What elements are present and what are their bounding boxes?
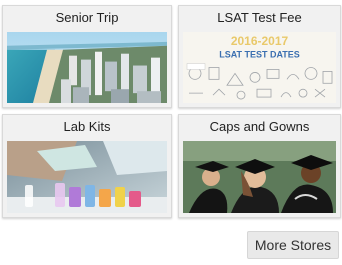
store-title: Senior Trip bbox=[55, 10, 119, 25]
lsat-test-dates-image: 2016-2017 LSAT TEST DATES bbox=[183, 32, 336, 103]
store-card-caps-and-gowns[interactable]: Caps and Gowns bbox=[178, 114, 341, 218]
lsat-heading-text: LSAT TEST DATES bbox=[219, 50, 300, 60]
store-card-lsat-test-fee[interactable]: LSAT Test Fee 2016-2017 LSAT TEST DATES bbox=[178, 5, 341, 108]
store-title: Lab Kits bbox=[63, 119, 111, 134]
caps-and-gowns-image bbox=[183, 141, 336, 213]
more-stores-button[interactable]: More Stores bbox=[247, 231, 339, 259]
store-card-senior-trip[interactable]: Senior Trip bbox=[2, 5, 172, 108]
senior-trip-image bbox=[7, 32, 167, 103]
store-title: LSAT Test Fee bbox=[217, 10, 302, 25]
store-card-lab-kits[interactable]: Lab Kits bbox=[2, 114, 172, 218]
lab-kits-image bbox=[7, 141, 167, 213]
store-title: Caps and Gowns bbox=[209, 119, 310, 134]
lsat-years-text: 2016-2017 bbox=[231, 34, 289, 48]
